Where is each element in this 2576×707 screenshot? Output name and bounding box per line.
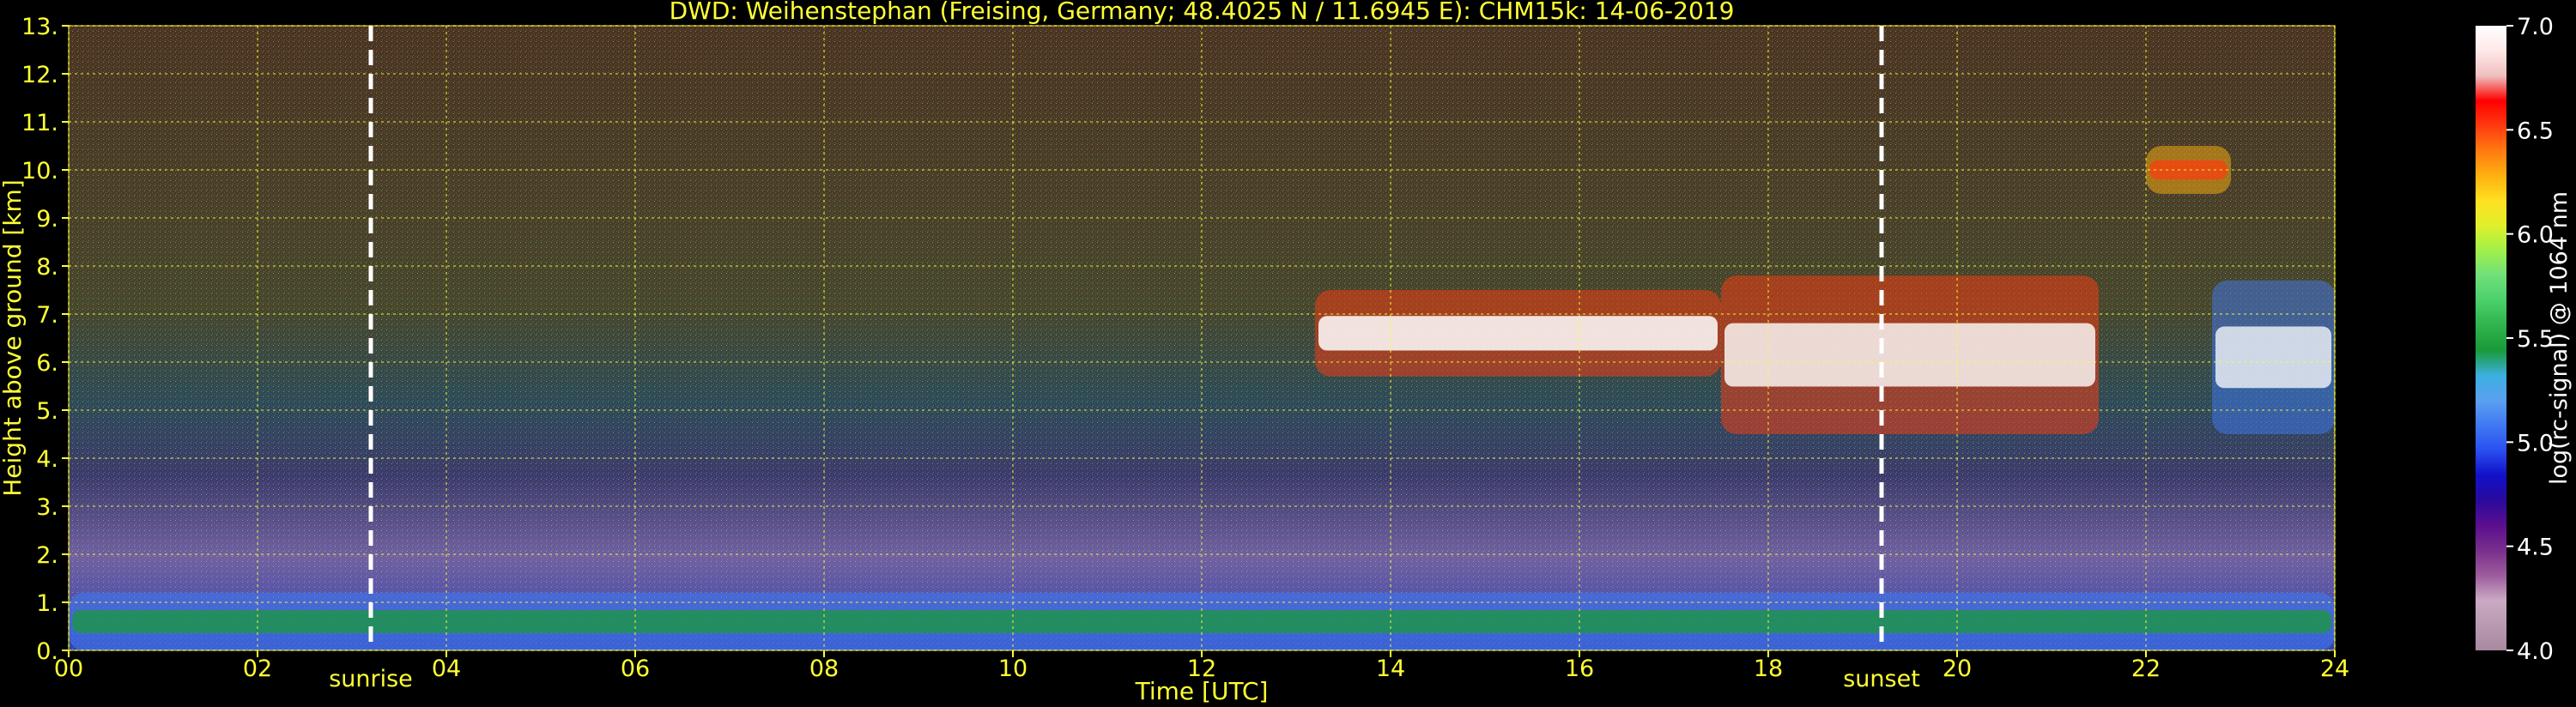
y-tick-label: 3. (36, 494, 58, 521)
chart-title: DWD: Weihenstephan (Freising, Germany; 4… (670, 0, 1735, 25)
y-axis-label: Height above ground [km] (0, 179, 27, 497)
y-tick-label: 0. (36, 638, 58, 665)
x-tick-label: 20 (1943, 656, 1972, 682)
y-tick-label: 11. (21, 110, 58, 136)
x-tick-label: 08 (809, 656, 839, 682)
colorbar-tick-label: 7.0 (2517, 14, 2554, 40)
feature-cloud-layer-1 (1315, 290, 1721, 377)
feature-cloud-layer-3 (2212, 280, 2335, 434)
y-tick-label: 12. (21, 62, 58, 88)
x-tick-label: 06 (621, 656, 650, 682)
x-tick-label: 10 (998, 656, 1027, 682)
x-tick-label: 16 (1565, 656, 1594, 682)
y-tick-label: 9. (36, 206, 58, 233)
x-tick-label: 22 (2131, 656, 2161, 682)
x-tick-label: 24 (2320, 656, 2349, 682)
colorbar (2476, 26, 2506, 650)
annotation-sunset-label: sunset (1843, 666, 1920, 692)
colorbar-tick-label: 6.5 (2517, 118, 2554, 144)
y-tick-label: 7. (36, 302, 58, 329)
x-tick-label: 04 (432, 656, 461, 682)
y-axis-ticks: 0. 1. 2. 3. 4. 5. 6. 7. 8. 9. 10. 11. 12. 13. (21, 14, 69, 665)
x-axis-label: Time [UTC] (1135, 677, 1269, 705)
x-tick-label: 14 (1376, 656, 1405, 682)
y-tick-label: 4. (36, 446, 58, 473)
feature-high-cloud (2146, 146, 2231, 194)
colorbar-label: log(rc-signal) @ 1064 nm (2546, 191, 2573, 485)
y-tick-label: 5. (36, 398, 58, 425)
x-tick-label: 18 (1754, 656, 1783, 682)
y-tick-label: 1. (36, 590, 58, 617)
ceilometer-chart: DWD: Weihenstephan (Freising, Germany; 4… (0, 0, 2573, 705)
y-tick-label: 13. (21, 14, 58, 40)
colorbar-tick-label: 4.5 (2517, 535, 2554, 561)
x-tick-label: 02 (243, 656, 272, 682)
annotation-sunrise-label: sunrise (329, 666, 413, 692)
y-tick-label: 10. (21, 158, 58, 184)
y-tick-label: 6. (36, 350, 58, 377)
y-tick-label: 8. (36, 254, 58, 281)
y-tick-label: 2. (36, 542, 58, 569)
colorbar-tick-label: 4.0 (2517, 638, 2554, 665)
